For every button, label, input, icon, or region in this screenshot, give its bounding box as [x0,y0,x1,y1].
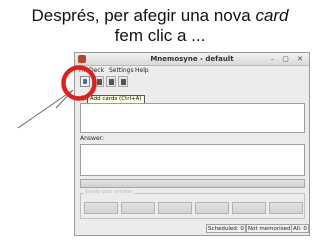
mnemosyne-window: Mnemosyne - default – ▢ ✕ File Deck Sett… [74,52,310,236]
grade-2-button[interactable] [158,202,192,214]
pointer-line-lower [17,89,74,129]
title-bar[interactable]: Mnemosyne - default – ▢ ✕ [75,53,309,66]
question-display [80,103,305,133]
window-controls[interactable]: – ▢ ✕ [271,53,306,65]
caption-line-2: fem clic a ... [114,26,206,45]
statistics-icon [121,79,126,85]
slide-caption: Després, per afegir una nova card fem cl… [0,6,320,46]
menu-deck[interactable]: Deck [89,66,104,75]
grade-0-button[interactable] [84,202,118,214]
menu-bar: File Deck Settings Help [75,66,309,75]
grade-5-button[interactable] [269,202,303,214]
pointer-line-upper [55,89,74,109]
show-answer-button[interactable] [80,179,305,188]
status-bar: Scheduled: 0 Not memorised: 0 All: 0 [75,223,309,235]
answer-label: Answer: [80,135,105,142]
delete-card-button[interactable] [106,76,116,87]
menu-file[interactable]: File [79,66,89,75]
caption-line-1: Després, per afegir una nova card [31,6,289,25]
status-all: All: 0 [291,224,309,233]
delete-card-icon [109,79,114,85]
edit-cards-icon [97,79,102,85]
grade-3-button[interactable] [195,202,229,214]
status-scheduled: Scheduled: 0 [206,224,246,233]
toolbar [77,76,307,88]
statistics-button[interactable] [118,76,128,87]
grade-group-legend: Grade your answer [84,189,134,196]
add-cards-icon [83,79,87,84]
menu-settings[interactable]: Settings [109,66,134,75]
add-cards-button[interactable] [80,76,90,87]
menu-help[interactable]: Help [135,66,149,75]
grade-4-button[interactable] [232,202,266,214]
answer-display [80,144,305,176]
edit-cards-button[interactable] [94,76,104,87]
caption-emphasis: card [255,6,289,25]
grade-group: Grade your answer [80,189,305,219]
grade-1-button[interactable] [121,202,155,214]
